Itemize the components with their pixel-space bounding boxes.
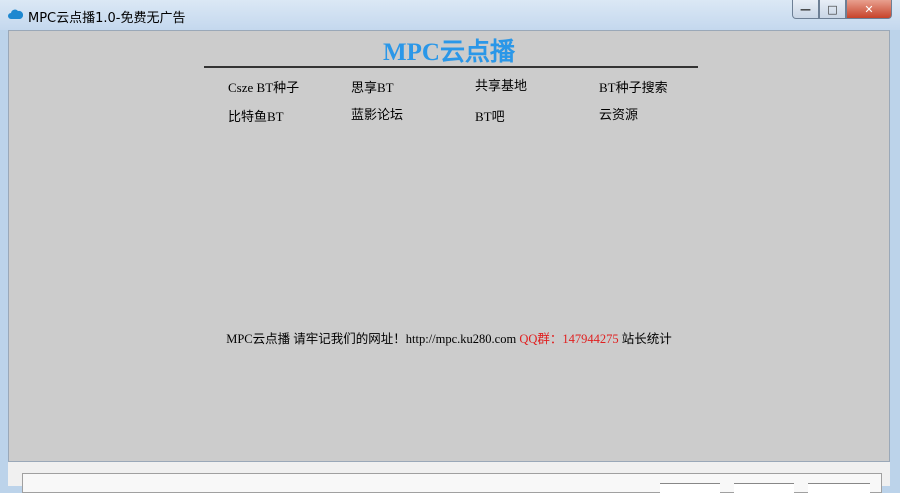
cloud-icon: [8, 9, 23, 19]
close-button[interactable]: ✕: [846, 0, 892, 19]
link-bt-search[interactable]: BT种子搜索: [599, 77, 668, 96]
link-gongxiang-jidi[interactable]: 共享基地: [475, 75, 527, 94]
link-bitefish-bt[interactable]: 比特鱼BT: [228, 106, 284, 125]
link-csze-bt[interactable]: Csze BT种子: [228, 77, 299, 96]
web-content: MPC云点播 Csze BT种子 思享BT 共享基地 BT种子搜索 比特鱼BT …: [8, 30, 890, 462]
footer-url-link[interactable]: http://mpc.ku280.com: [406, 332, 516, 346]
footer-remember: 请牢记我们的网址！: [293, 332, 406, 346]
divider: [204, 66, 698, 68]
maximize-button[interactable]: □: [819, 0, 846, 19]
minimize-button[interactable]: —: [792, 0, 819, 19]
title-bar: MPC云点播1.0-免费无广告 — □ ✕: [0, 0, 900, 30]
footer-name: MPC云点播: [226, 332, 291, 346]
bottom-panel: [8, 462, 890, 493]
link-sixiang-bt[interactable]: 思享BT: [351, 77, 394, 96]
link-lanying-forum[interactable]: 蓝影论坛: [351, 104, 403, 123]
footer: MPC云点播 请牢记我们的网址！http://mpc.ku280.com QQ群…: [9, 328, 889, 347]
page-title: MPC云点播: [383, 39, 515, 66]
link-cloud-resources[interactable]: 云资源: [599, 104, 638, 123]
qq-group-label: QQ群：: [519, 332, 563, 346]
input-field-3[interactable]: [808, 483, 870, 493]
window-title: MPC云点播1.0-免费无广告: [28, 11, 186, 26]
qq-group-number: 147944275: [562, 332, 619, 346]
link-bt-ba[interactable]: BT吧: [475, 106, 505, 125]
input-field-2[interactable]: [734, 483, 794, 493]
stats-link[interactable]: 站长统计: [622, 332, 672, 346]
input-field-1[interactable]: [660, 483, 720, 493]
